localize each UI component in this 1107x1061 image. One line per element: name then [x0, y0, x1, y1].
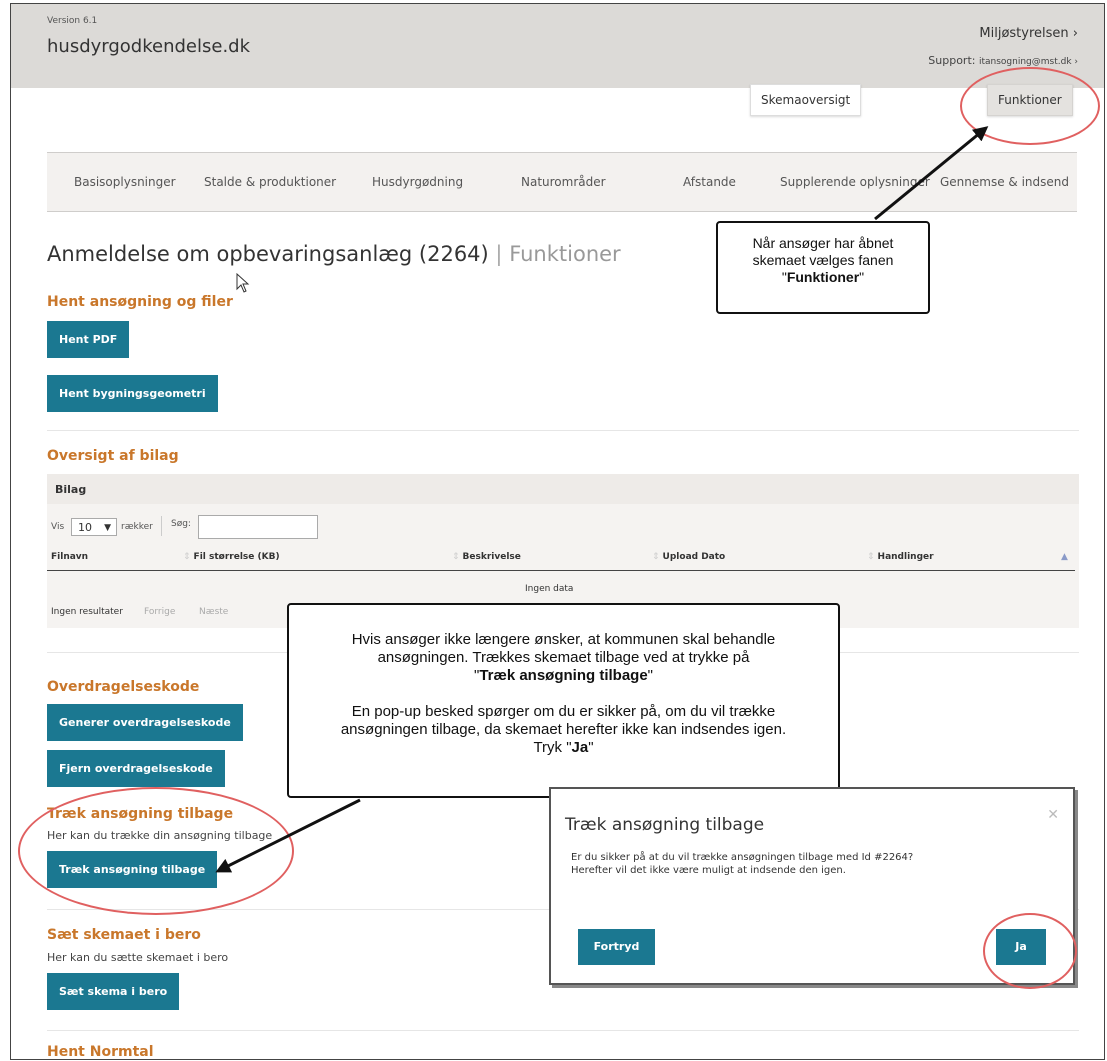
pagination-previous[interactable]: Forrige [144, 607, 175, 617]
withdraw-section-heading: Træk ansøgning tilbage [47, 806, 234, 822]
callout-emphasis: Funktioner [786, 269, 860, 285]
callout-text: En pop-up besked spørger om du er sikker… [351, 703, 776, 720]
callout-emphasis: Træk ansøgning tilbage [479, 667, 648, 684]
column-header-actions[interactable]: ⇕ Handlinger [867, 552, 934, 562]
show-label: Vis [51, 522, 65, 532]
page-title: Anmeldelse om opbevaringsanlæg (2264) | … [47, 242, 621, 266]
sort-icon: ⇕ [652, 552, 660, 562]
close-icon[interactable]: ✕ [1047, 807, 1059, 823]
withdraw-description: Her kan du trække din ansøgning tilbage [47, 829, 273, 842]
pagination-next[interactable]: Næste [199, 607, 228, 617]
quote-mark: " [859, 269, 865, 285]
title-separator: | [495, 242, 503, 266]
site-brand-link[interactable]: husdyrgodkendelse.dk [47, 36, 250, 57]
section-nav: Basisoplysninger Stalde & produktioner H… [47, 152, 1077, 212]
column-header-size-label: Fil størrelse (KB) [193, 552, 280, 562]
callout-text: "Funktioner" [718, 269, 928, 286]
normtal-section-heading: Hent Normtal [47, 1044, 154, 1060]
schema-overview-button[interactable]: Skemaoversigt [750, 84, 862, 116]
callout-text: ansøgningen. Trækkes skemaet tilbage ved… [377, 649, 750, 666]
nav-item-husdyrgodning[interactable]: Husdyrgødning [372, 175, 463, 189]
annotation-callout-withdraw: Hvis ansøger ikke længere ønsker, at kom… [287, 603, 840, 798]
nav-item-gennemse[interactable]: Gennemse & indsend [940, 175, 1069, 189]
table-header-rule [47, 570, 1075, 571]
nav-item-stalde[interactable]: Stalde & produktioner [204, 175, 336, 189]
page-size-select[interactable]: 10 ▼ [71, 518, 117, 536]
dialog-message-line: Er du sikker på at du vil trække ansøgni… [571, 852, 914, 863]
support-link[interactable]: Support: itansogning@mst.dk › [928, 54, 1078, 67]
cancel-button[interactable]: Fortryd [578, 929, 655, 965]
confirm-yes-button[interactable]: Ja [996, 929, 1046, 965]
nav-item-basis[interactable]: Basisoplysninger [74, 175, 176, 189]
download-geometry-button[interactable]: Hent bygningsgeometri [47, 375, 218, 412]
divider [161, 516, 162, 536]
page-title-text: Anmeldelse om opbevaringsanlæg (2264) [47, 242, 489, 266]
functions-tab-button[interactable]: Funktioner [987, 84, 1073, 116]
search-label: Søg: [171, 519, 191, 529]
page-size-value: 10 [78, 521, 92, 534]
withdraw-confirm-dialog: Træk ansøgning tilbage ✕ Er du sikker på… [549, 787, 1075, 985]
dialog-title: Træk ansøgning tilbage [565, 815, 765, 835]
page-subtitle: Funktioner [509, 242, 621, 266]
dropdown-caret-icon: ▼ [104, 523, 111, 533]
dialog-message-line: Herefter vil det ikke være muligt at ind… [571, 865, 846, 876]
callout-text: Tryk "Ja" [533, 739, 594, 756]
attachments-section-heading: Oversigt af bilag [47, 448, 179, 464]
column-header-filename[interactable]: Filnavn [51, 552, 88, 562]
site-header: Version 6.1 husdyrgodkendelse.dk Miljøst… [11, 4, 1104, 88]
pause-schema-button[interactable]: Sæt skema i bero [47, 973, 180, 1010]
sort-icon: ⇕ [183, 552, 191, 562]
callout-text: ansøgningen tilbage, da skemaet herefter… [340, 721, 787, 738]
remove-transfer-code-button[interactable]: Fjern overdragelseskode [47, 750, 225, 787]
generate-transfer-code-button[interactable]: Generer overdragelseskode [47, 704, 243, 741]
dialog-message: Er du sikker på at du vil trække ansøgni… [571, 851, 913, 877]
table-title: Bilag [47, 474, 1079, 504]
column-header-description-label: Beskrivelse [462, 552, 521, 562]
divider [47, 1030, 1079, 1031]
sort-icon: ⇕ [867, 552, 875, 562]
column-header-actions-label: Handlinger [877, 552, 934, 562]
rows-label: rækker [121, 522, 153, 532]
annotation-callout-functions: Når ansøger har åbnet skemaet vælges fan… [716, 221, 930, 314]
callout-text: skemaet vælges fanen [752, 252, 894, 268]
callout-text: Når ansøger har åbnet [752, 235, 894, 251]
divider [47, 430, 1079, 431]
sort-icon: ⇕ [452, 552, 460, 562]
sort-ascending-icon[interactable]: ▲ [1061, 552, 1068, 562]
support-label: Support: [928, 54, 976, 67]
column-header-upload-date-label: Upload Dato [662, 552, 726, 562]
search-input[interactable] [198, 515, 318, 539]
pause-section-heading: Sæt skemaet i bero [47, 927, 201, 943]
pause-description: Her kan du sætte skemaet i bero [47, 951, 229, 964]
nav-item-supplerende[interactable]: Supplerende oplysninger [780, 175, 930, 189]
callout-emphasis: Ja [571, 739, 589, 756]
mouse-cursor-icon [236, 273, 250, 293]
callout-text: Hvis ansøger ikke længere ønsker, at kom… [351, 631, 776, 648]
empty-table-message: Ingen data [525, 584, 574, 594]
download-pdf-button[interactable]: Hent PDF [47, 321, 130, 358]
results-info: Ingen resultater [51, 607, 123, 617]
version-label: Version 6.1 [47, 16, 98, 26]
callout-text: Tryk [533, 739, 563, 756]
transfer-code-heading: Overdragelseskode [47, 679, 200, 695]
callout-text: "Træk ansøgning tilbage" [473, 667, 653, 684]
nav-item-naturomraader[interactable]: Naturområder [521, 175, 606, 189]
column-header-size[interactable]: ⇕ Fil størrelse (KB) [183, 552, 280, 562]
files-section-heading: Hent ansøgning og filer [47, 294, 233, 310]
withdraw-application-button[interactable]: Træk ansøgning tilbage [47, 851, 218, 888]
column-header-upload-date[interactable]: ⇕ Upload Dato [652, 552, 725, 562]
ministry-link[interactable]: Miljøstyrelsen › [979, 26, 1078, 41]
column-header-description[interactable]: ⇕ Beskrivelse [452, 552, 521, 562]
support-email[interactable]: itansogning@mst.dk › [979, 57, 1078, 67]
nav-item-afstande[interactable]: Afstande [683, 175, 736, 189]
